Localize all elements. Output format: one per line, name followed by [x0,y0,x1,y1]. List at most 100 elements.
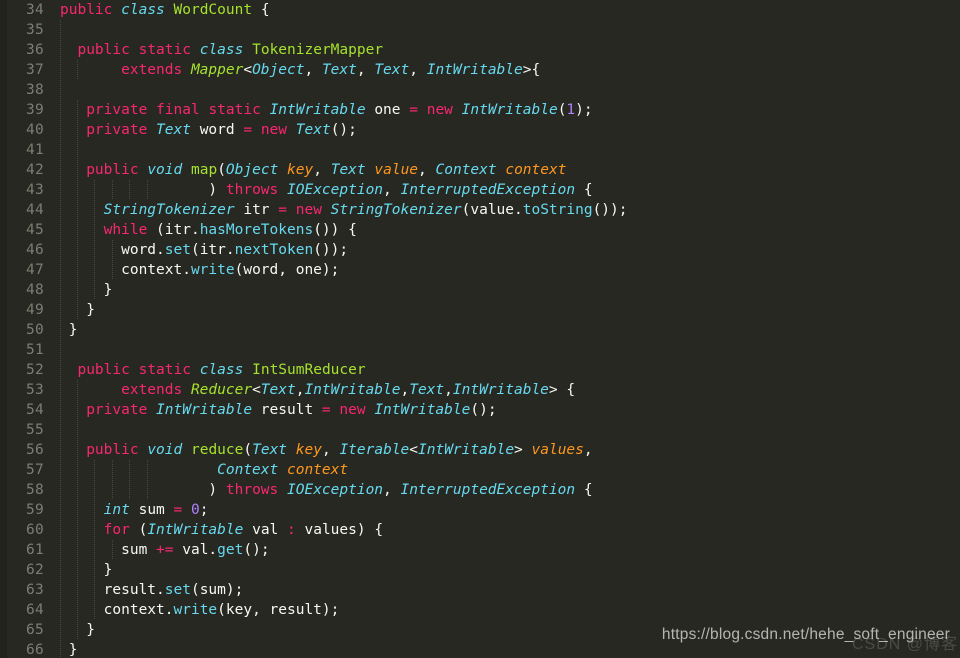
line-content[interactable]: public void map(Object key, Text value, … [60,160,566,180]
code-line[interactable]: 54 private IntWritable result = new IntW… [0,400,960,420]
line-content[interactable]: public class WordCount { [60,0,270,20]
line-content[interactable]: int sum = 0; [60,500,209,520]
code-token: < [409,442,419,458]
code-line[interactable]: 42 public void map(Object key, Text valu… [0,160,960,180]
line-content[interactable]: context.write(key, result); [60,600,340,620]
code-token: ( [243,442,253,458]
code-token: Object [252,62,305,78]
code-line[interactable]: 53 extends Reducer<Text,IntWritable,Text… [0,380,960,400]
code-token: : [287,522,296,538]
indent-guide [59,260,61,280]
code-token: InterruptedException [400,182,576,198]
code-line[interactable]: 56 public void reduce(Text key, Iterable… [0,440,960,460]
line-content[interactable]: for (IntWritable val : values) { [60,520,383,540]
code-token: set [164,242,191,258]
indent-guide [59,520,61,540]
code-line[interactable]: 62 } [0,560,960,580]
code-token: context. [121,262,191,278]
line-content[interactable]: private Text word = new Text(); [60,120,357,140]
line-content[interactable]: public static class IntSumReducer [60,360,365,380]
line-content[interactable]: context.write(word, one); [60,260,339,280]
code-line[interactable]: 40 private Text word = new Text(); [0,120,960,140]
code-line[interactable]: 55 [0,420,960,440]
code-line[interactable]: 43 ) throws IOException, InterruptedExce… [0,180,960,200]
code-token: Text [260,382,296,398]
indent-guide [76,580,78,600]
code-line[interactable]: 47 context.write(word, one); [0,260,960,280]
indent-guide [76,200,78,220]
editor-left-edge-strip [0,0,7,658]
code-token: class [121,2,165,18]
code-token: , [418,162,436,178]
indent-guide [59,80,61,100]
indent-guide [59,560,61,580]
line-content[interactable]: private IntWritable result = new IntWrit… [60,400,497,420]
code-line[interactable]: 64 context.write(key, result); [0,600,960,620]
code-line[interactable]: 52 public static class IntSumReducer [0,360,960,380]
line-content[interactable]: } [60,320,78,340]
indent-guide [111,480,113,500]
code-line[interactable]: 39 private final static IntWritable one … [0,100,960,120]
code-line[interactable]: 51 [0,340,960,360]
code-line[interactable]: 41 [0,140,960,160]
code-line[interactable]: 35 [0,20,960,40]
line-content[interactable]: word.set(itr.nextToken()); [60,240,348,260]
code-line[interactable]: 49 } [0,300,960,320]
line-content[interactable]: StringTokenizer itr = new StringTokenize… [60,200,628,220]
line-content[interactable]: private final static IntWritable one = n… [60,100,592,120]
indent-guide [94,560,96,580]
line-content[interactable]: public static class TokenizerMapper [60,40,383,60]
code-line[interactable]: 37 extends Mapper<Object, Text, Text, In… [0,60,960,80]
line-content[interactable]: } [60,280,113,300]
line-content[interactable]: Context context [60,460,348,480]
line-content[interactable]: sum += val.get(); [60,540,270,560]
line-content[interactable]: extends Mapper<Object, Text, Text, IntWr… [60,60,540,80]
line-content[interactable]: public void reduce(Text key, Iterable<In… [60,440,592,460]
line-content[interactable]: result.set(sum); [60,580,244,600]
code-line[interactable]: 46 word.set(itr.nextToken()); [0,240,960,260]
code-token: private [86,402,148,418]
code-line[interactable]: 36 public static class TokenizerMapper [0,40,960,60]
code-token: IntWritable [374,402,471,418]
code-token: extends [121,382,183,398]
code-token: (); [243,542,270,558]
line-content[interactable]: extends Reducer<Text,IntWritable,Text,In… [60,380,575,400]
code-line[interactable]: 61 sum += val.get(); [0,540,960,560]
code-line[interactable]: 57 Context context [0,460,960,480]
indent-guide [76,240,78,260]
code-line[interactable]: 60 for (IntWritable val : values) { [0,520,960,540]
code-token: private [86,122,148,138]
indent-guide [94,460,96,480]
indent-guide [59,140,61,160]
code-editor[interactable]: 34 public class WordCount {35 36 public st… [0,0,960,658]
code-line[interactable]: 63 result.set(sum); [0,580,960,600]
code-line[interactable]: 38 [0,80,960,100]
line-content[interactable]: } [60,640,78,658]
code-line[interactable]: 48 } [0,280,960,300]
line-content[interactable]: ) throws IOException, InterruptedExcepti… [60,180,592,200]
line-content[interactable]: while (itr.hasMoreTokens()) { [60,220,357,240]
code-line[interactable]: 44 StringTokenizer itr = new StringToken… [0,200,960,220]
code-line[interactable]: 58 ) throws IOException, InterruptedExce… [0,480,960,500]
code-token: StringTokenizer [330,202,462,218]
code-line[interactable]: 45 while (itr.hasMoreTokens()) { [0,220,960,240]
line-content[interactable]: } [60,560,113,580]
line-content[interactable]: ) throws IOException, InterruptedExcepti… [60,480,592,500]
indent-guide [59,220,61,240]
code-line[interactable]: 34 public class WordCount { [0,0,960,20]
code-line[interactable]: 50 } [0,320,960,340]
indent-guide [59,420,61,440]
code-token: (sum); [190,582,244,598]
code-token: IOException [287,182,384,198]
code-token: (); [470,402,497,418]
indent-guide [59,200,61,220]
code-token: values) { [295,522,384,538]
code-line[interactable]: 59 int sum = 0; [0,500,960,520]
